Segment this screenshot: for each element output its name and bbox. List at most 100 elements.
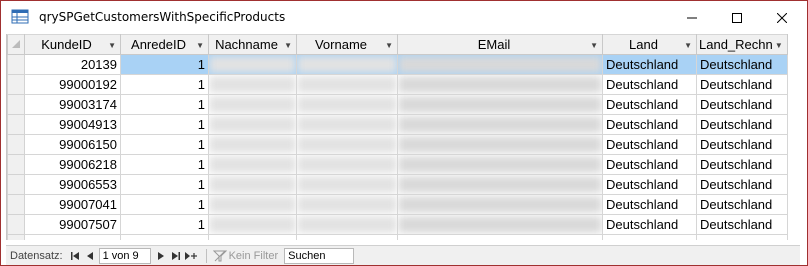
- cell-kundeid[interactable]: 99007507: [24, 214, 121, 235]
- column-header-anredeid[interactable]: AnredeID ▼: [120, 34, 209, 55]
- column-header-vorname[interactable]: Vorname ▼: [296, 34, 398, 55]
- cell-vorname-redacted[interactable]: [296, 54, 398, 75]
- cell-nachname-redacted[interactable]: [208, 114, 297, 135]
- cell-vorname-redacted[interactable]: [296, 134, 398, 155]
- cell-empty[interactable]: [696, 234, 788, 240]
- maximize-button[interactable]: [714, 1, 760, 34]
- cell-land[interactable]: Deutschland: [602, 214, 697, 235]
- cell-anredeid[interactable]: 1: [120, 114, 209, 135]
- minimize-button[interactable]: [669, 1, 715, 34]
- cell-nachname-redacted[interactable]: [208, 94, 297, 115]
- row-selector[interactable]: [7, 174, 25, 195]
- cell-nachname-redacted[interactable]: [208, 174, 297, 195]
- cell-land[interactable]: Deutschland: [602, 134, 697, 155]
- cell-vorname-redacted[interactable]: [296, 174, 398, 195]
- cell-nachname-redacted[interactable]: [208, 214, 297, 235]
- cell-kundeid[interactable]: 20139: [24, 54, 121, 75]
- cell-land-rechn[interactable]: Deutschland: [696, 174, 788, 195]
- cell-kundeid[interactable]: 99007041: [24, 194, 121, 215]
- cell-kundeid[interactable]: 99006150: [24, 134, 121, 155]
- row-selector[interactable]: [7, 154, 25, 175]
- column-header-email[interactable]: EMail ▼: [397, 34, 603, 55]
- table-row[interactable]: 99007507 1 Deutschland Deutschland: [7, 214, 788, 235]
- cell-empty[interactable]: [24, 234, 121, 240]
- cell-land[interactable]: Deutschland: [602, 94, 697, 115]
- sort-arrow-icon[interactable]: ▼: [775, 41, 783, 50]
- row-selector[interactable]: [7, 54, 25, 75]
- table-row[interactable]: 99007041 1 Deutschland Deutschland: [7, 194, 788, 215]
- cell-vorname-redacted[interactable]: [296, 94, 398, 115]
- cell-email-redacted[interactable]: [397, 54, 603, 75]
- cell-email-redacted[interactable]: [397, 154, 603, 175]
- cell-email-redacted[interactable]: [397, 194, 603, 215]
- previous-record-button[interactable]: [84, 249, 96, 263]
- cell-anredeid[interactable]: 1: [120, 134, 209, 155]
- cell-land-rechn[interactable]: Deutschland: [696, 114, 788, 135]
- cell-vorname-redacted[interactable]: [296, 194, 398, 215]
- row-selector[interactable]: [7, 94, 25, 115]
- table-row[interactable]: 20139 1 Deutschland Deutschland: [7, 54, 788, 75]
- cell-vorname-redacted[interactable]: [296, 214, 398, 235]
- cell-nachname-redacted[interactable]: [208, 74, 297, 95]
- cell-empty[interactable]: [397, 234, 603, 240]
- row-selector[interactable]: [7, 214, 25, 235]
- title-bar[interactable]: qrySPGetCustomersWithSpecificProducts: [1, 1, 807, 34]
- close-button[interactable]: [759, 1, 805, 34]
- cell-nachname-redacted[interactable]: [208, 134, 297, 155]
- cell-email-redacted[interactable]: [397, 174, 603, 195]
- cell-email-redacted[interactable]: [397, 114, 603, 135]
- row-selector[interactable]: [7, 134, 25, 155]
- cell-empty[interactable]: [296, 234, 398, 240]
- cell-kundeid[interactable]: 99003174: [24, 94, 121, 115]
- cell-land-rechn[interactable]: Deutschland: [696, 154, 788, 175]
- cell-land-rechn[interactable]: Deutschland: [696, 194, 788, 215]
- cell-email-redacted[interactable]: [397, 214, 603, 235]
- datasheet-grid[interactable]: KundeID ▼ AnredeID ▼ Nachname ▼ Vorname ▼ EM…: [6, 34, 800, 240]
- table-row[interactable]: 99003174 1 Deutschland Deutschland: [7, 94, 788, 115]
- cell-land[interactable]: Deutschland: [602, 154, 697, 175]
- cell-empty[interactable]: [602, 234, 697, 240]
- column-header-land[interactable]: Land ▼: [602, 34, 697, 55]
- cell-land[interactable]: Deutschland: [602, 114, 697, 135]
- sort-arrow-icon[interactable]: ▼: [385, 41, 393, 50]
- column-header-kundeid[interactable]: KundeID ▼: [24, 34, 121, 55]
- cell-kundeid[interactable]: 99006553: [24, 174, 121, 195]
- cell-land[interactable]: Deutschland: [602, 194, 697, 215]
- cell-land-rechn[interactable]: Deutschland: [696, 94, 788, 115]
- sort-arrow-icon[interactable]: ▼: [108, 41, 116, 50]
- table-row[interactable]: 99006150 1 Deutschland Deutschland: [7, 134, 788, 155]
- cell-kundeid[interactable]: 99000192: [24, 74, 121, 95]
- cell-empty[interactable]: [208, 234, 297, 240]
- table-row[interactable]: 99000192 1 Deutschland Deutschland: [7, 74, 788, 95]
- search-input[interactable]: Suchen: [284, 247, 355, 264]
- cell-anredeid[interactable]: 1: [120, 54, 209, 75]
- new-record-row[interactable]: [7, 234, 788, 240]
- current-record-field[interactable]: 1 von 9: [98, 247, 151, 264]
- row-selector[interactable]: [7, 74, 25, 95]
- sort-arrow-icon[interactable]: ▼: [590, 41, 598, 50]
- column-header-land-rechn[interactable]: Land_Rechn ▼: [696, 34, 788, 55]
- sort-arrow-icon[interactable]: ▼: [196, 41, 204, 50]
- sort-arrow-icon[interactable]: ▼: [284, 41, 292, 50]
- cell-anredeid[interactable]: 1: [120, 174, 209, 195]
- cell-anredeid[interactable]: 1: [120, 214, 209, 235]
- cell-land-rechn[interactable]: Deutschland: [696, 74, 788, 95]
- cell-anredeid[interactable]: 1: [120, 74, 209, 95]
- cell-email-redacted[interactable]: [397, 134, 603, 155]
- cell-kundeid[interactable]: 99006218: [24, 154, 121, 175]
- column-header-nachname[interactable]: Nachname ▼: [208, 34, 297, 55]
- table-row[interactable]: 99006553 1 Deutschland Deutschland: [7, 174, 788, 195]
- first-record-button[interactable]: [69, 249, 81, 263]
- filter-toggle[interactable]: Kein Filter: [212, 250, 278, 262]
- cell-empty[interactable]: [120, 234, 209, 240]
- cell-vorname-redacted[interactable]: [296, 74, 398, 95]
- select-all-button[interactable]: [7, 34, 25, 55]
- cell-anredeid[interactable]: 1: [120, 194, 209, 215]
- cell-vorname-redacted[interactable]: [296, 154, 398, 175]
- cell-land[interactable]: Deutschland: [602, 74, 697, 95]
- cell-email-redacted[interactable]: [397, 94, 603, 115]
- table-row[interactable]: 99006218 1 Deutschland Deutschland: [7, 154, 788, 175]
- cell-vorname-redacted[interactable]: [296, 114, 398, 135]
- last-record-button[interactable]: [170, 249, 182, 263]
- table-row[interactable]: 99004913 1 Deutschland Deutschland: [7, 114, 788, 135]
